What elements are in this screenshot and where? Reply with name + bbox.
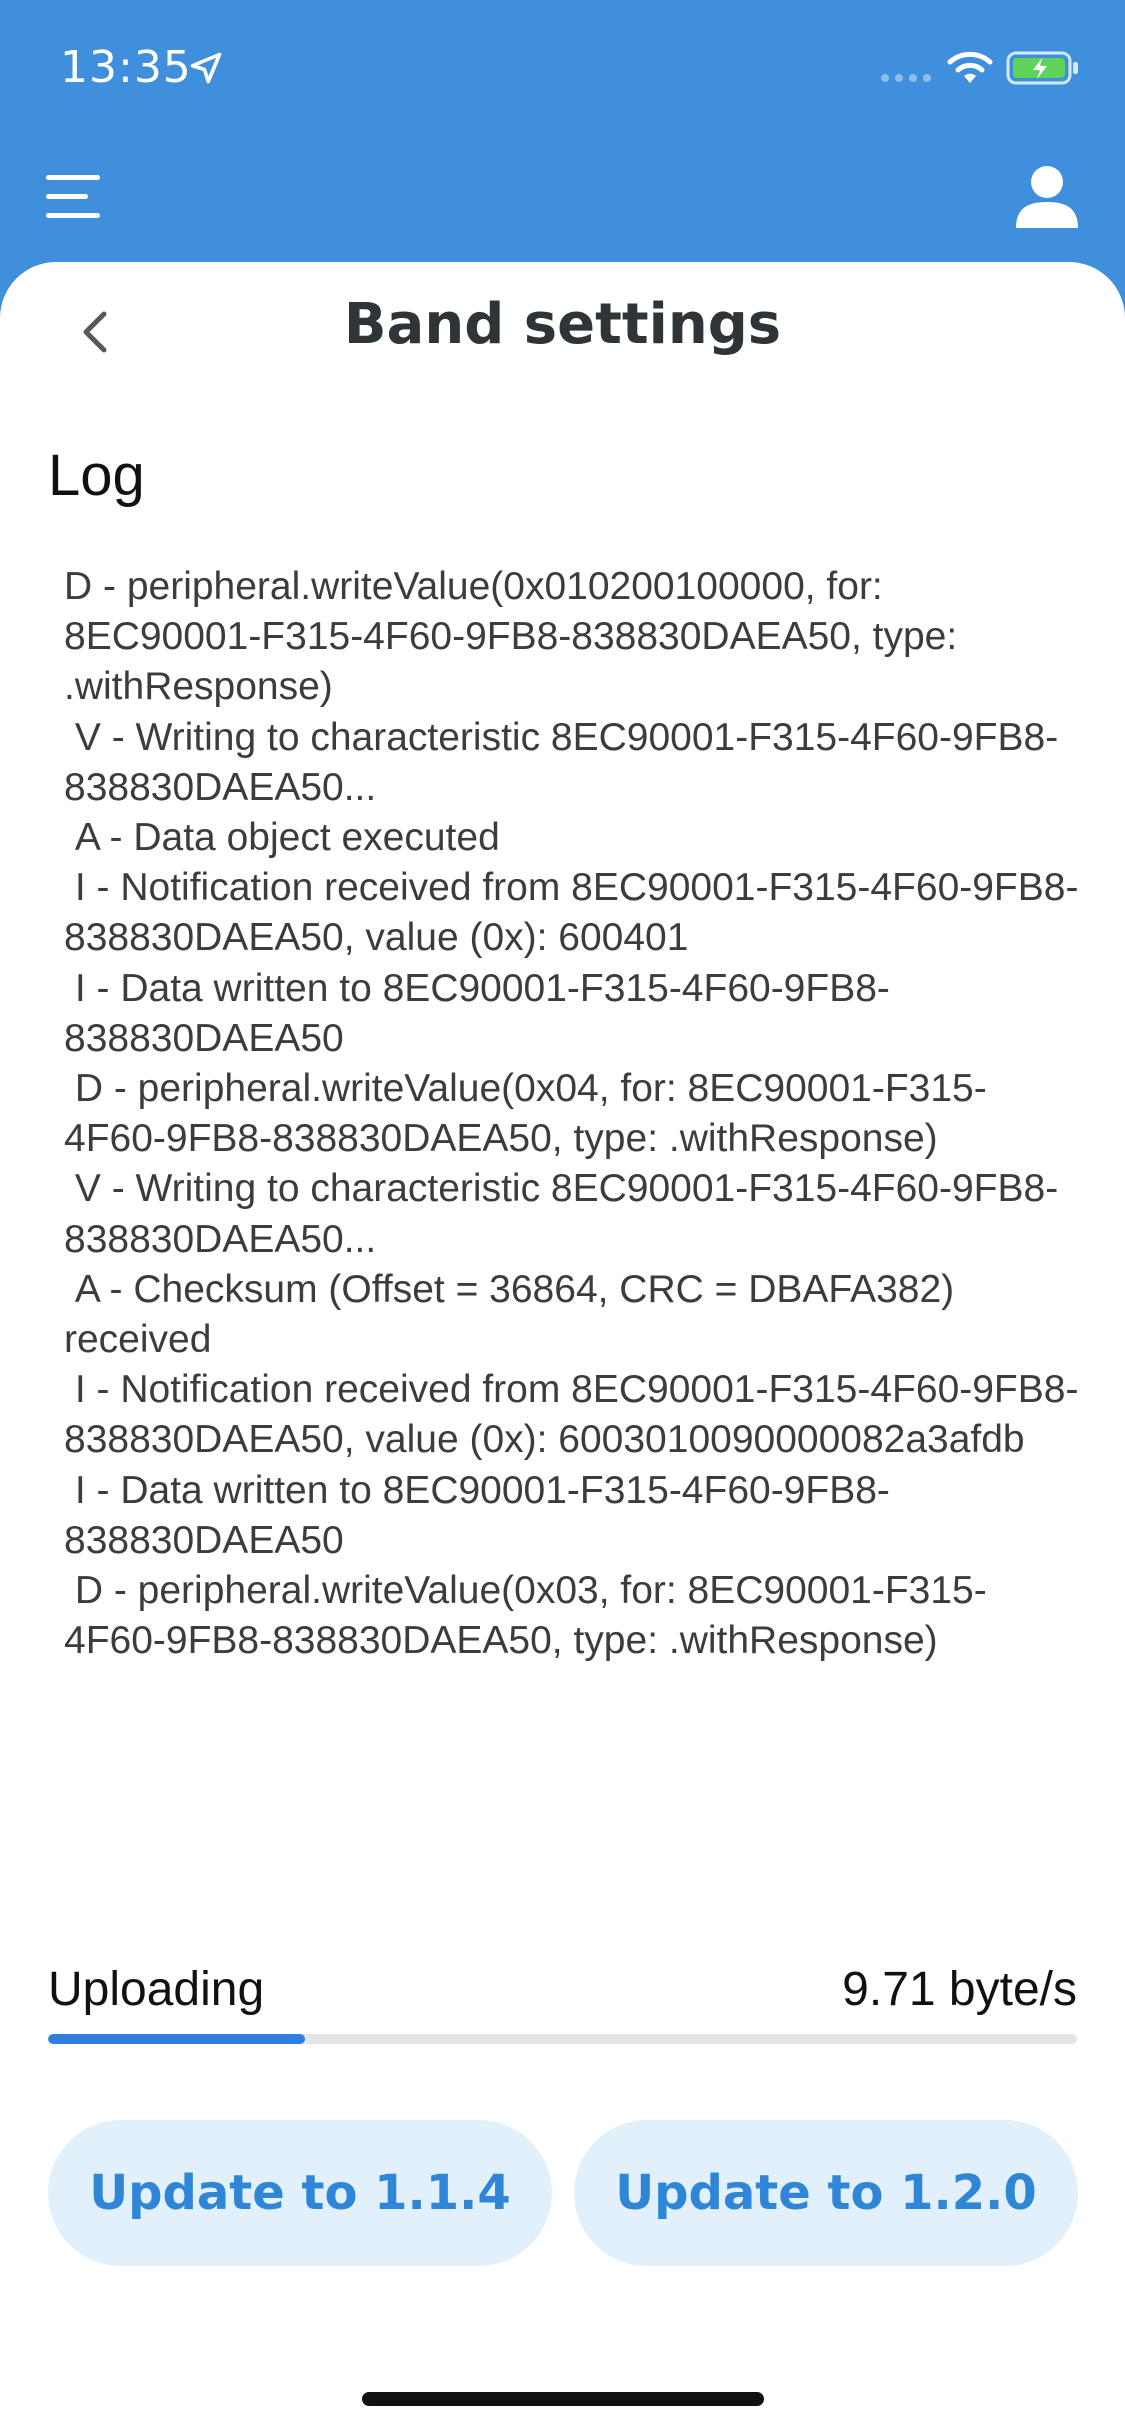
page-title: Band settings <box>343 292 782 357</box>
screen: 13:35 Band settings Log D - peripheral.w… <box>0 0 1125 2436</box>
cellular-signal-icon <box>881 74 931 82</box>
status-bar: 13:35 <box>0 0 1125 140</box>
location-arrow-icon <box>190 52 222 84</box>
log-section-title: Log <box>48 443 145 508</box>
home-indicator <box>362 2392 764 2406</box>
update-to-1-2-0-button[interactable]: Update to 1.2.0 <box>574 2120 1078 2266</box>
log-text[interactable]: D - peripheral.writeValue(0x010200100000… <box>64 562 1084 1666</box>
user-profile-icon[interactable] <box>1014 164 1080 230</box>
upload-rate: 9.71 byte/s <box>842 1963 1077 2016</box>
upload-status-label: Uploading <box>48 1963 265 2016</box>
status-time: 13:35 <box>60 42 192 93</box>
upload-progress-fill <box>48 2034 306 2044</box>
band-settings-card: Band settings Log D - peripheral.writeVa… <box>0 262 1125 2436</box>
update-to-1-1-4-button[interactable]: Update to 1.1.4 <box>48 2120 552 2266</box>
battery-charging-icon <box>1006 51 1078 85</box>
upload-progress-bar <box>48 2034 1077 2044</box>
hamburger-menu-icon[interactable] <box>46 172 100 222</box>
wifi-icon <box>947 51 993 83</box>
